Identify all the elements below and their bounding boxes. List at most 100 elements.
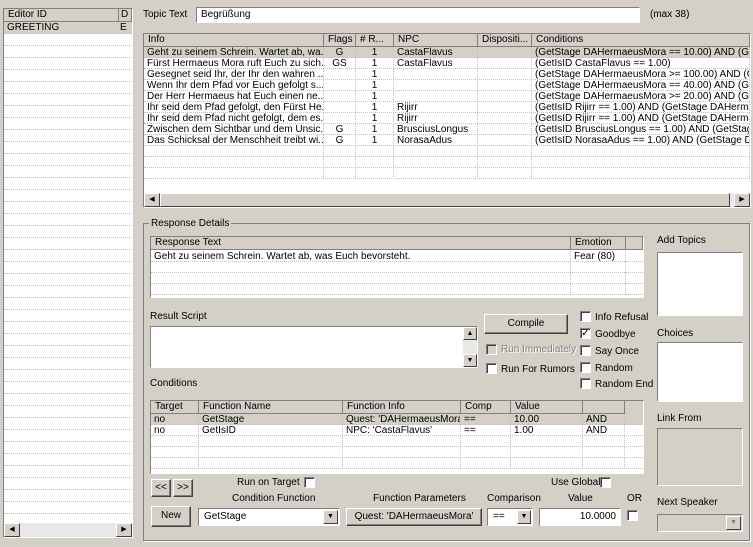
- info-column-header[interactable]: # R...: [356, 34, 394, 47]
- editor-row[interactable]: GREETING E: [4, 22, 132, 34]
- response-row[interactable]: [151, 262, 643, 273]
- info-row[interactable]: Fürst Hermaeus Mora ruft Euch zu sich...…: [144, 58, 750, 69]
- info-hscrollbar[interactable]: ◀ ▶: [144, 193, 750, 207]
- scroll-down-icon[interactable]: ▼: [463, 354, 477, 367]
- info-column-header[interactable]: Info: [144, 34, 324, 47]
- condition-column-header[interactable]: Function Info: [343, 401, 461, 414]
- comparison-select[interactable]: == ▼: [487, 508, 533, 526]
- info-column-header[interactable]: Conditions: [532, 34, 750, 47]
- next-condition-button[interactable]: >>: [173, 479, 193, 497]
- info-cell-empty: [144, 157, 324, 168]
- info-table-body: Geht zu seinem Schrein. Wartet ab, wa...…: [144, 47, 750, 192]
- value-input[interactable]: 10.0000: [539, 508, 621, 526]
- column-header-editor-id[interactable]: Editor ID: [4, 9, 119, 22]
- info-cell: [324, 102, 356, 113]
- info-row[interactable]: Der Herr Hermaeus hat Euch einen ne... 1 (…: [144, 91, 750, 102]
- info-column-header[interactable]: Dispositi...: [478, 34, 532, 47]
- condition-row[interactable]: no GetStage Quest: 'DAHermaeusMora' == 10.00…: [151, 414, 643, 425]
- scroll-up-icon[interactable]: ▲: [463, 327, 477, 340]
- info-cell: [478, 124, 532, 135]
- chevron-down-icon[interactable]: ▼: [726, 516, 741, 530]
- condition-cell: [583, 436, 625, 447]
- condition-column-header[interactable]: Target: [151, 401, 199, 414]
- script-vscrollbar[interactable]: ▲ ▼: [463, 327, 477, 367]
- scroll-left-icon[interactable]: ◀: [4, 523, 20, 537]
- info-row[interactable]: Gesegnet seid Ihr, der Ihr den wahren ..…: [144, 69, 750, 80]
- choices-list[interactable]: [657, 342, 743, 402]
- chevron-down-icon[interactable]: ▼: [517, 510, 531, 524]
- condition-column-header[interactable]: [583, 401, 625, 414]
- response-table[interactable]: Response Text Emotion Geht zu seinem Sch…: [150, 236, 644, 298]
- next-speaker-select[interactable]: ▼: [657, 514, 743, 532]
- condition-cell: AND: [583, 414, 625, 425]
- condition-row[interactable]: [151, 447, 643, 458]
- condition-column-header[interactable]: Function Name: [199, 401, 343, 414]
- editor-id-list[interactable]: Editor ID D GREETING E ◀ ▶: [3, 8, 133, 538]
- run-immediately-checkbox[interactable]: [486, 344, 497, 355]
- column-header-response-text[interactable]: Response Text: [151, 237, 571, 250]
- info-refusal-label: Info Refusal: [595, 312, 649, 323]
- column-header-second[interactable]: D: [119, 9, 132, 22]
- info-row[interactable]: Wenn Ihr dem Pfad vor Euch gefolgt s... 1…: [144, 80, 750, 91]
- condition-column-header[interactable]: Value: [511, 401, 583, 414]
- info-table[interactable]: Info Flags # R... NPC Dispositi... Conditions…: [143, 33, 751, 208]
- info-row[interactable]: Ihr seid dem Pfad nicht gefolgt, dem es.…: [144, 113, 750, 124]
- column-header-emotion[interactable]: Emotion: [571, 237, 626, 250]
- info-row[interactable]: Zwischen dem Sichtbar und dem Unsic... G 1…: [144, 124, 750, 135]
- new-condition-button[interactable]: New: [151, 506, 191, 527]
- info-column-header[interactable]: NPC: [394, 34, 478, 47]
- say-once-checkbox[interactable]: [580, 345, 591, 356]
- prev-condition-button[interactable]: <<: [151, 479, 171, 497]
- condition-row[interactable]: no GetIsID NPC: 'CastaFlavus' == 1.00 AND: [151, 425, 643, 436]
- response-row[interactable]: [151, 284, 643, 295]
- condition-column-header[interactable]: Comp: [461, 401, 511, 414]
- condition-cell: [461, 436, 511, 447]
- function-parameters-button[interactable]: Quest: 'DAHermaeusMora': [346, 508, 482, 526]
- response-row[interactable]: Geht zu seinem Schrein. Wartet ab, was E…: [151, 251, 643, 262]
- editor-hscrollbar[interactable]: ◀ ▶: [4, 523, 132, 537]
- run-on-target-checkbox[interactable]: [304, 477, 315, 488]
- response-row[interactable]: [151, 273, 643, 284]
- info-column-header[interactable]: Flags: [324, 34, 356, 47]
- run-for-rumors-checkbox[interactable]: [486, 363, 497, 374]
- or-checkbox[interactable]: [627, 510, 638, 521]
- info-row[interactable]: [144, 168, 750, 179]
- info-cell-empty: [394, 146, 478, 157]
- scroll-right-icon[interactable]: ▶: [116, 523, 132, 537]
- info-cell: (GetStage DAHermaeusMora == 40.00) AND (…: [532, 80, 750, 91]
- scroll-thumb[interactable]: [160, 193, 730, 207]
- editor-row-empty: [4, 430, 132, 442]
- scroll-left-icon[interactable]: ◀: [144, 193, 160, 207]
- info-row[interactable]: Ihr seid dem Pfad gefolgt, den Fürst He.…: [144, 102, 750, 113]
- use-global-checkbox[interactable]: [600, 477, 611, 488]
- info-row[interactable]: [144, 146, 750, 157]
- condition-row[interactable]: [151, 436, 643, 447]
- topic-text-input[interactable]: Begrüßung: [196, 7, 640, 23]
- info-cell: Gesegnet seid Ihr, der Ihr den wahren ..…: [144, 69, 324, 80]
- condition-cell: ==: [461, 414, 511, 425]
- compile-button[interactable]: Compile: [484, 314, 568, 334]
- random-checkbox[interactable]: [580, 362, 591, 373]
- conditions-table[interactable]: Target Function Name Function Info Comp Valu…: [150, 400, 644, 474]
- add-topics-list[interactable]: [657, 252, 743, 316]
- link-from-list[interactable]: [657, 428, 743, 486]
- info-row[interactable]: [144, 157, 750, 168]
- choices-label: Choices: [657, 328, 694, 339]
- random-end-checkbox[interactable]: [580, 378, 591, 389]
- result-script-textarea[interactable]: ▲ ▼: [150, 326, 478, 368]
- info-cell: [394, 80, 478, 91]
- editor-row-empty: [4, 370, 132, 382]
- editor-row-empty: [4, 502, 132, 514]
- goodbye-checkbox[interactable]: ✓: [580, 328, 591, 339]
- chevron-down-icon[interactable]: ▼: [323, 510, 338, 524]
- condition-cell: [151, 447, 199, 458]
- scroll-right-icon[interactable]: ▶: [734, 193, 750, 207]
- condition-function-select[interactable]: GetStage ▼: [198, 508, 340, 526]
- info-row[interactable]: Geht zu seinem Schrein. Wartet ab, wa...…: [144, 47, 750, 58]
- editor-row-empty: [4, 310, 132, 322]
- info-refusal-checkbox[interactable]: [580, 311, 591, 322]
- info-row[interactable]: Das Schicksal der Menschheit treibt wi..…: [144, 135, 750, 146]
- info-cell: Rijirr: [394, 113, 478, 124]
- info-cell-empty: [394, 168, 478, 179]
- condition-row[interactable]: [151, 458, 643, 469]
